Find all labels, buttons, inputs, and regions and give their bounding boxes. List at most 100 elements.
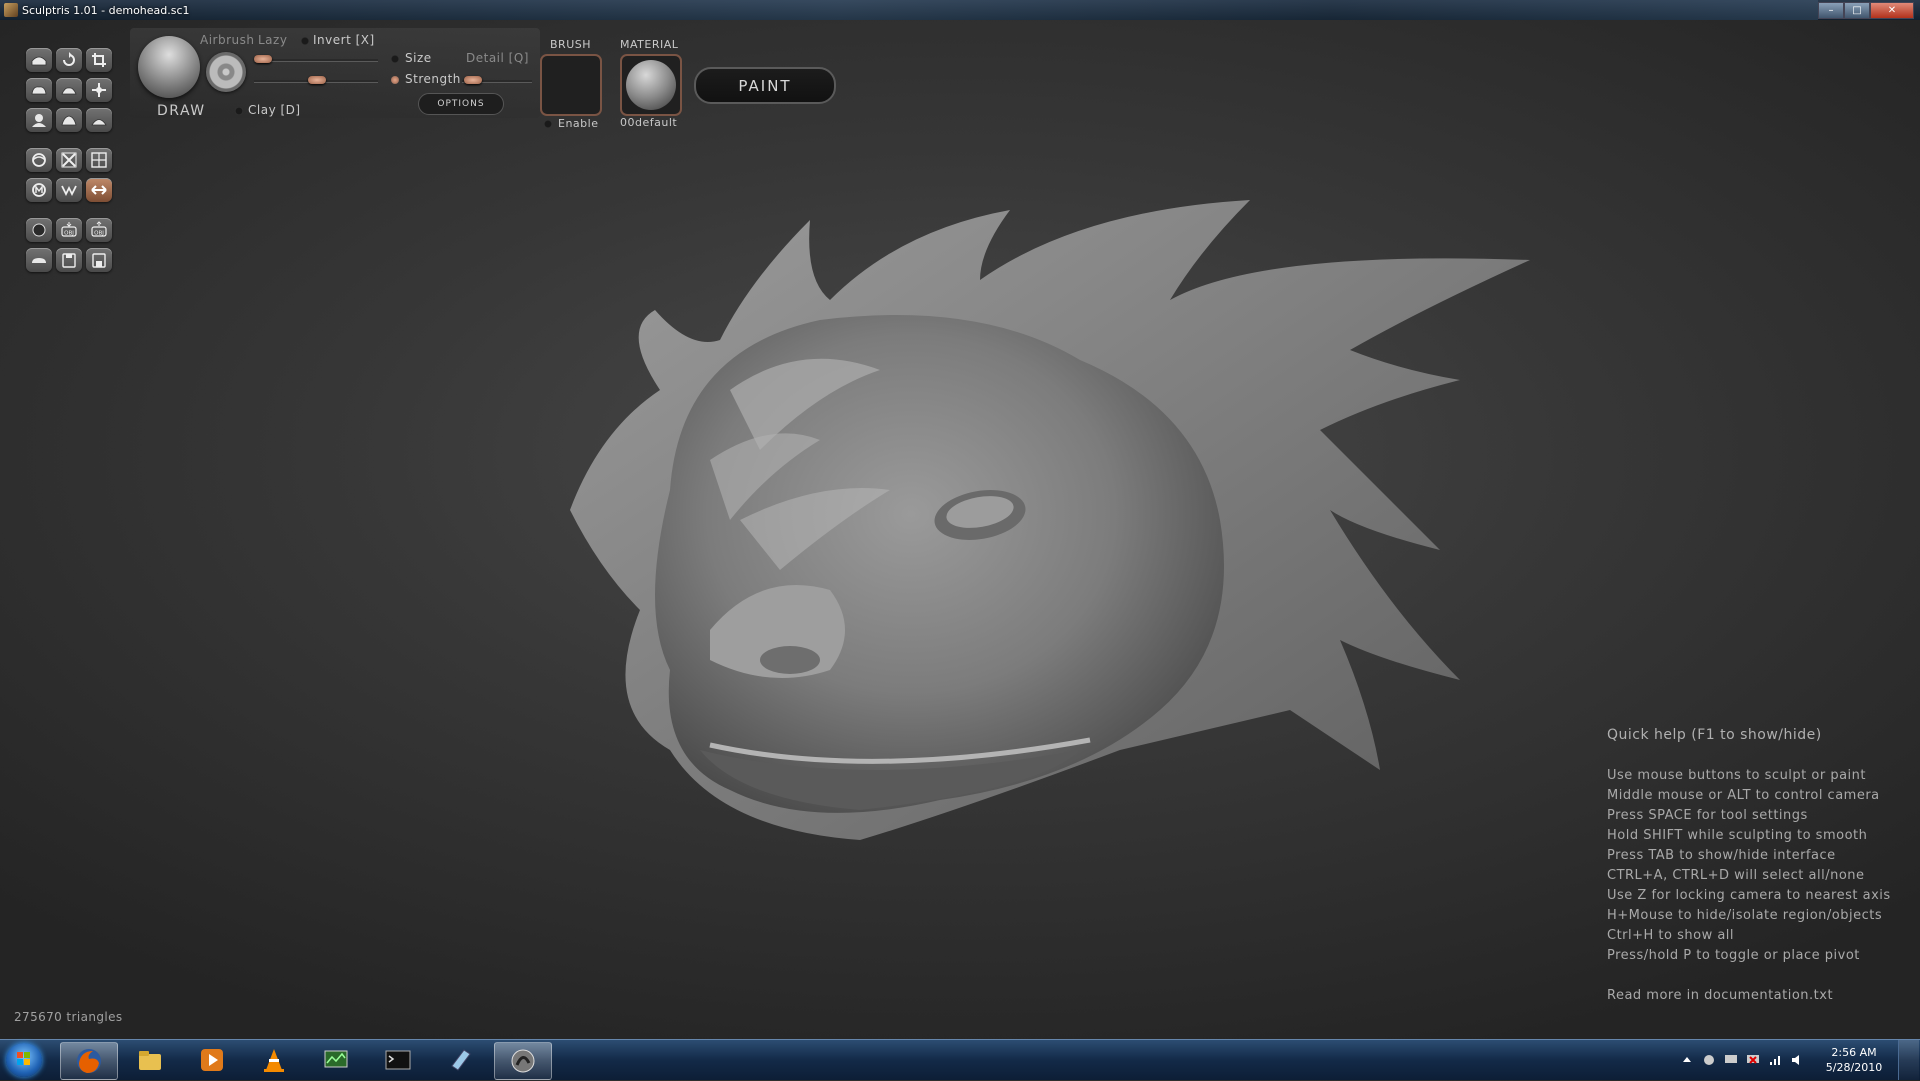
invert-checkbox[interactable] — [301, 37, 309, 45]
clay-checkbox[interactable] — [235, 107, 243, 115]
brush-header: BRUSH — [550, 38, 591, 51]
task-manager-icon — [324, 1050, 348, 1068]
brush-texture-swatch[interactable] — [540, 54, 602, 116]
windows-logo-icon — [17, 1052, 30, 1065]
quick-help-line: H+Mouse to hide/isolate region/objects — [1607, 908, 1883, 923]
smooth-tool-icon[interactable] — [56, 108, 82, 132]
new-sphere-icon[interactable] — [26, 218, 52, 242]
open-file-icon[interactable] — [56, 248, 82, 272]
quick-help-line: Ctrl+H to show all — [1607, 928, 1735, 943]
quick-help-footer: Read more in documentation.txt — [1607, 988, 1834, 1003]
size-toggle[interactable] — [391, 55, 399, 63]
svg-text:OBJ: OBJ — [94, 231, 104, 237]
brush-enable-label[interactable]: Enable — [558, 117, 598, 130]
taskbar-notepad[interactable] — [432, 1042, 488, 1078]
tool-name: DRAW — [157, 103, 206, 119]
detail-slider-knob[interactable] — [464, 76, 482, 84]
brush-enable-checkbox[interactable] — [544, 120, 552, 128]
grab-tool-icon[interactable] — [86, 78, 112, 102]
material-sphere-icon — [626, 60, 676, 110]
quick-help-line: Press SPACE for tool settings — [1607, 808, 1808, 823]
taskbar-firefox[interactable] — [60, 1042, 118, 1080]
quick-help-line: Middle mouse or ALT to control camera — [1607, 788, 1880, 803]
minimize-button[interactable]: – — [1818, 2, 1844, 19]
export-obj-icon[interactable]: OBJ — [86, 218, 112, 242]
title-bar[interactable]: Sculptris 1.01 - demohead.sc1 – □ ✕ — [0, 0, 1920, 20]
pinch-tool-icon[interactable] — [26, 108, 52, 132]
close-button[interactable]: ✕ — [1870, 2, 1914, 19]
draw-brush-icon[interactable] — [138, 36, 200, 98]
flatten-tool-icon[interactable] — [56, 78, 82, 102]
material-name: 00default — [620, 116, 678, 129]
strength-slider-knob[interactable] — [308, 76, 326, 84]
quick-help-line: Press/hold P to toggle or place pivot — [1607, 948, 1860, 963]
strength-label: Strength — [405, 72, 461, 86]
lazy-label[interactable]: Lazy — [258, 33, 287, 47]
quick-help-line: Hold SHIFT while sculpting to smooth — [1607, 828, 1868, 843]
paint-button[interactable]: PAINT — [694, 67, 836, 104]
cmd-icon — [385, 1050, 411, 1070]
sculptris-icon — [511, 1049, 535, 1073]
volume-icon[interactable] — [1790, 1053, 1804, 1067]
strength-toggle[interactable] — [391, 76, 399, 84]
tray-expand-icon[interactable] — [1680, 1053, 1694, 1067]
title-bar-background — [189, 0, 1818, 20]
taskbar-media-player[interactable] — [184, 1042, 240, 1078]
reduce-tool-icon[interactable] — [56, 148, 82, 172]
options-button[interactable]: OPTIONS — [418, 93, 504, 115]
crease-tool-icon[interactable] — [86, 108, 112, 132]
explorer-icon — [139, 1051, 161, 1070]
taskbar-explorer[interactable] — [122, 1042, 178, 1078]
sculpt-model[interactable] — [560, 190, 1540, 910]
quick-help-line: Press TAB to show/hide interface — [1607, 848, 1836, 863]
taskbar-background-strip — [540, 1052, 1680, 1066]
size-label: Size — [405, 51, 432, 65]
tray-monitor-icon[interactable] — [1724, 1053, 1738, 1067]
detail-label[interactable]: Detail [Q] — [466, 51, 529, 65]
firefox-icon — [77, 1049, 101, 1073]
mask-tool-icon[interactable] — [26, 178, 52, 202]
quick-help: Quick help (F1 to show/hide) Use mouse b… — [1607, 727, 1891, 1006]
inflate-tool-icon[interactable] — [26, 78, 52, 102]
system-tray — [1680, 1046, 1804, 1074]
tray-app-icon[interactable] — [1702, 1053, 1716, 1067]
quick-help-line: CTRL+A, CTRL+D will select all/none — [1607, 868, 1865, 883]
clock-date: 5/28/2010 — [1825, 1061, 1883, 1074]
window-title: Sculptris 1.01 - demohead.sc1 — [22, 3, 190, 17]
material-swatch[interactable] — [620, 54, 682, 116]
maximize-button[interactable]: □ — [1844, 2, 1870, 19]
draw-tool-icon[interactable] — [26, 48, 52, 72]
vlc-icon — [264, 1049, 284, 1072]
quick-help-line: Use Z for locking camera to nearest axis — [1607, 888, 1891, 903]
size-slider-track[interactable] — [254, 59, 378, 62]
import-obj-icon[interactable]: OBJ — [56, 218, 82, 242]
quick-help-title: Quick help (F1 to show/hide) — [1607, 727, 1822, 743]
grid-tool-icon[interactable] — [86, 148, 112, 172]
rotate-tool-icon[interactable] — [56, 48, 82, 72]
clock-time: 2:56 AM — [1831, 1046, 1877, 1059]
airbrush-icon[interactable] — [206, 52, 246, 92]
sphere-tool-icon[interactable] — [26, 148, 52, 172]
save-file-icon[interactable] — [86, 248, 112, 272]
taskbar-task-manager[interactable] — [308, 1042, 364, 1078]
taskbar-cmd[interactable] — [370, 1042, 426, 1078]
symmetry-tool-icon[interactable] — [86, 178, 112, 202]
invert-label[interactable]: Invert [X] — [313, 33, 375, 47]
crop-tool-icon[interactable] — [86, 48, 112, 72]
new-plane-icon[interactable] — [26, 248, 52, 272]
show-desktop-button[interactable] — [1898, 1040, 1919, 1080]
network-error-icon[interactable] — [1746, 1053, 1760, 1067]
size-slider-knob[interactable] — [254, 55, 272, 63]
triangle-count: 275670 triangles — [14, 1010, 123, 1024]
window-controls: – □ ✕ — [1818, 2, 1914, 19]
clock[interactable]: 2:56 AM 5/28/2010 — [1818, 1045, 1890, 1075]
quick-help-line: Use mouse buttons to sculpt or paint — [1607, 768, 1866, 783]
clay-label[interactable]: Clay [D] — [248, 103, 301, 117]
airbrush-label[interactable]: Airbrush — [200, 33, 255, 47]
svg-text:OBJ: OBJ — [64, 231, 74, 237]
start-button[interactable] — [6, 1043, 42, 1077]
taskbar: 2:56 AM 5/28/2010 — [0, 1039, 1920, 1080]
wireframe-tool-icon[interactable] — [56, 178, 82, 202]
taskbar-vlc[interactable] — [246, 1042, 302, 1078]
signal-icon[interactable] — [1768, 1053, 1782, 1067]
